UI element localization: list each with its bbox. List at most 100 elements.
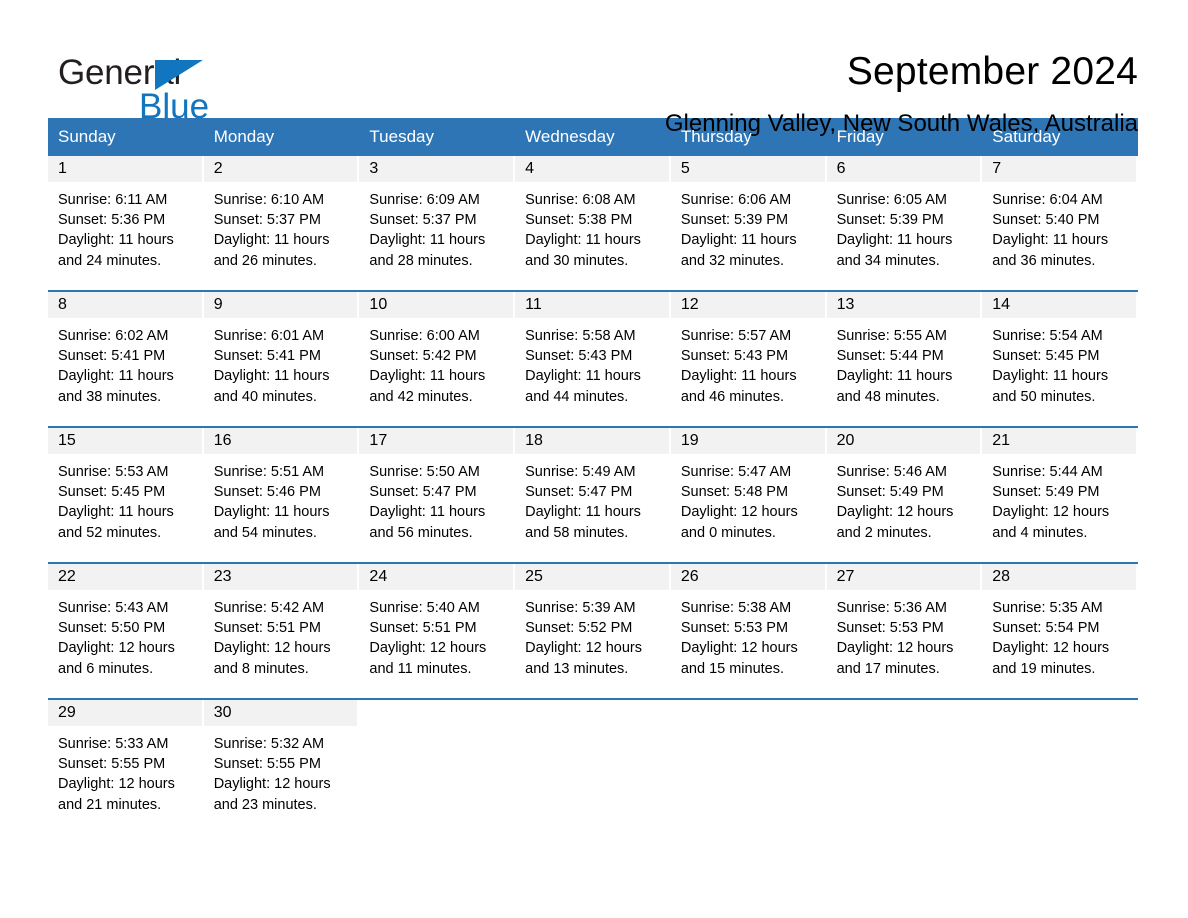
sunset-text: Sunset: 5:54 PM [992,620,1100,637]
day-number-band: 28 [982,564,1136,590]
day-cell[interactable]: 1 Sunrise: 6:11 AM Sunset: 5:36 PM Daylight… [48,156,204,290]
sunrise-text: Sunrise: 5:55 AM [836,328,947,344]
day-cell[interactable]: 9 Sunrise: 6:01 AM Sunset: 5:41 PM Daylight… [203,292,360,426]
day-cell[interactable]: 27 Sunrise: 5:36 AM Sunset: 5:53 PM Dayligh… [826,564,983,698]
day-cell[interactable]: 26 Sunrise: 5:38 AM Sunset: 5:53 PM Dayligh… [670,564,827,698]
day-cell[interactable]: 2 Sunrise: 6:10 AM Sunset: 5:37 PM Daylight… [203,156,360,290]
sunrise-text: Sunrise: 6:09 AM [369,192,480,208]
day-cell[interactable]: 25 Sunrise: 5:39 AM Sunset: 5:52 PM Dayligh… [515,564,671,698]
weekday-header-wednesday: Wednesday [525,127,615,146]
daylight-text: Daylight: 12 hours and 2 minutes. [836,504,954,541]
day-number: 13 [836,296,855,313]
day-number: 12 [680,296,699,313]
day-details: Sunrise: 6:04 AM Sunset: 5:40 PM Daylight:… [982,182,1138,271]
day-number: 30 [213,704,232,721]
day-number: 2 [213,160,223,177]
sunrise-text: Sunrise: 5:35 AM [992,600,1103,616]
sunrise-text: Sunrise: 5:43 AM [58,600,169,616]
day-cell[interactable]: 23 Sunrise: 5:42 AM Sunset: 5:51 PM Dayligh… [203,564,360,698]
logo-text-blue: Blue [139,87,210,126]
day-number: 14 [992,296,1011,313]
sunset-text: Sunset: 5:49 PM [836,484,944,501]
sunrise-text: Sunrise: 5:42 AM [213,600,325,616]
daylight-text: Daylight: 11 hours and 58 minutes. [525,504,641,541]
day-cell[interactable]: 30 Sunrise: 5:32 AM Sunset: 5:55 PM Dayligh… [203,700,360,834]
day-cell-empty [826,700,983,834]
day-cell[interactable]: 18 Sunrise: 5:49 AM Sunset: 5:47 PM Dayligh… [515,428,671,562]
sunset-text: Sunset: 5:38 PM [525,212,633,229]
day-cell[interactable]: 14 Sunrise: 5:54 AM Sunset: 5:45 PM Dayligh… [982,292,1138,426]
page-header: General Blue September 2024 Glenning Val… [0,0,1188,137]
sunrise-text: Sunrise: 5:51 AM [213,464,325,480]
sunset-text: Sunset: 5:51 PM [213,620,321,637]
calendar-week-row: 8 Sunrise: 6:02 AM Sunset: 5:41 PM Daylight… [48,290,1138,426]
daylight-text: Daylight: 11 hours and 44 minutes. [525,368,641,405]
day-details: Sunrise: 5:47 AM Sunset: 5:48 PM Daylight:… [671,454,827,543]
daylight-text: Daylight: 12 hours and 6 minutes. [58,640,175,677]
day-cell[interactable]: 12 Sunrise: 5:57 AM Sunset: 5:43 PM Dayligh… [670,292,827,426]
day-details: Sunrise: 5:49 AM Sunset: 5:47 PM Daylight:… [515,454,671,543]
sunrise-text: Sunrise: 5:54 AM [992,328,1103,344]
day-cell[interactable]: 21 Sunrise: 5:44 AM Sunset: 5:49 PM Dayligh… [982,428,1138,562]
daylight-text: Daylight: 11 hours and 42 minutes. [369,368,486,405]
day-number-band: 20 [826,428,981,454]
day-details [671,726,827,734]
sunset-text: Sunset: 5:52 PM [525,620,633,637]
day-cell[interactable]: 8 Sunrise: 6:02 AM Sunset: 5:41 PM Daylight… [48,292,204,426]
sunrise-text: Sunrise: 6:08 AM [525,192,636,208]
day-number-band: 29 [48,700,202,726]
day-details [982,726,1138,734]
daylight-text: Daylight: 12 hours and 23 minutes. [213,776,331,813]
sunrise-text: Sunrise: 5:49 AM [525,464,636,480]
day-cell[interactable]: 19 Sunrise: 5:47 AM Sunset: 5:48 PM Dayligh… [670,428,827,562]
day-number-band: 5 [670,156,825,182]
day-cell[interactable]: 17 Sunrise: 5:50 AM Sunset: 5:47 PM Dayligh… [359,428,516,562]
weekday-header-tuesday: Tuesday [369,127,434,146]
day-cell[interactable]: 3 Sunrise: 6:09 AM Sunset: 5:37 PM Daylight… [359,156,516,290]
daylight-text: Daylight: 11 hours and 54 minutes. [213,504,330,541]
day-cell[interactable]: 10 Sunrise: 6:00 AM Sunset: 5:42 PM Dayligh… [359,292,516,426]
day-number: 20 [836,432,855,449]
sunrise-text: Sunrise: 5:36 AM [836,600,947,616]
day-details: Sunrise: 5:44 AM Sunset: 5:49 PM Daylight:… [982,454,1138,543]
calendar-week-row: 22 Sunrise: 5:43 AM Sunset: 5:50 PM Dayligh… [48,562,1138,698]
day-cell[interactable]: 24 Sunrise: 5:40 AM Sunset: 5:51 PM Dayligh… [359,564,516,698]
sunrise-text: Sunrise: 6:05 AM [836,192,947,208]
sunrise-text: Sunrise: 6:02 AM [58,328,169,344]
day-details: Sunrise: 5:53 AM Sunset: 5:45 PM Daylight:… [48,454,204,543]
day-number-band [982,700,1136,726]
day-details: Sunrise: 6:01 AM Sunset: 5:41 PM Daylight:… [204,318,360,407]
day-cell[interactable]: 20 Sunrise: 5:46 AM Sunset: 5:49 PM Dayligh… [826,428,983,562]
day-cell-empty [670,700,827,834]
daylight-text: Daylight: 12 hours and 21 minutes. [58,776,175,813]
day-cell[interactable]: 5 Sunrise: 6:06 AM Sunset: 5:39 PM Daylight… [670,156,827,290]
day-number: 8 [58,296,67,313]
day-cell[interactable]: 13 Sunrise: 5:55 AM Sunset: 5:44 PM Dayligh… [826,292,983,426]
day-cell-empty [515,700,671,834]
page-title: September 2024 [846,50,1138,93]
day-details: Sunrise: 5:38 AM Sunset: 5:53 PM Daylight:… [671,590,827,679]
daylight-text: Daylight: 11 hours and 32 minutes. [680,232,797,269]
sunset-text: Sunset: 5:47 PM [369,484,477,501]
day-cell[interactable]: 6 Sunrise: 6:05 AM Sunset: 5:39 PM Daylight… [826,156,983,290]
day-cell[interactable]: 29 Sunrise: 5:33 AM Sunset: 5:55 PM Dayligh… [48,700,204,834]
day-details [827,726,983,734]
day-cell[interactable]: 28 Sunrise: 5:35 AM Sunset: 5:54 PM Dayligh… [982,564,1138,698]
daylight-text: Daylight: 11 hours and 56 minutes. [369,504,486,541]
sunset-text: Sunset: 5:37 PM [213,212,321,229]
day-cell[interactable]: 22 Sunrise: 5:43 AM Sunset: 5:50 PM Dayligh… [48,564,204,698]
day-number-band [359,700,514,726]
day-cell[interactable]: 11 Sunrise: 5:58 AM Sunset: 5:43 PM Dayligh… [515,292,671,426]
daylight-text: Daylight: 11 hours and 40 minutes. [213,368,330,405]
day-number: 4 [525,160,535,177]
day-cell[interactable]: 16 Sunrise: 5:51 AM Sunset: 5:46 PM Dayligh… [203,428,360,562]
day-cell[interactable]: 4 Sunrise: 6:08 AM Sunset: 5:38 PM Daylight… [515,156,671,290]
day-number-band: 22 [48,564,202,590]
day-cell[interactable]: 15 Sunrise: 5:53 AM Sunset: 5:45 PM Dayligh… [48,428,204,562]
day-number: 27 [836,568,855,585]
day-cell[interactable]: 7 Sunrise: 6:04 AM Sunset: 5:40 PM Daylight… [982,156,1138,290]
daylight-text: Daylight: 11 hours and 50 minutes. [992,368,1109,405]
day-number: 29 [58,704,76,721]
day-number-band: 12 [670,292,825,318]
day-details: Sunrise: 5:46 AM Sunset: 5:49 PM Daylight:… [827,454,983,543]
